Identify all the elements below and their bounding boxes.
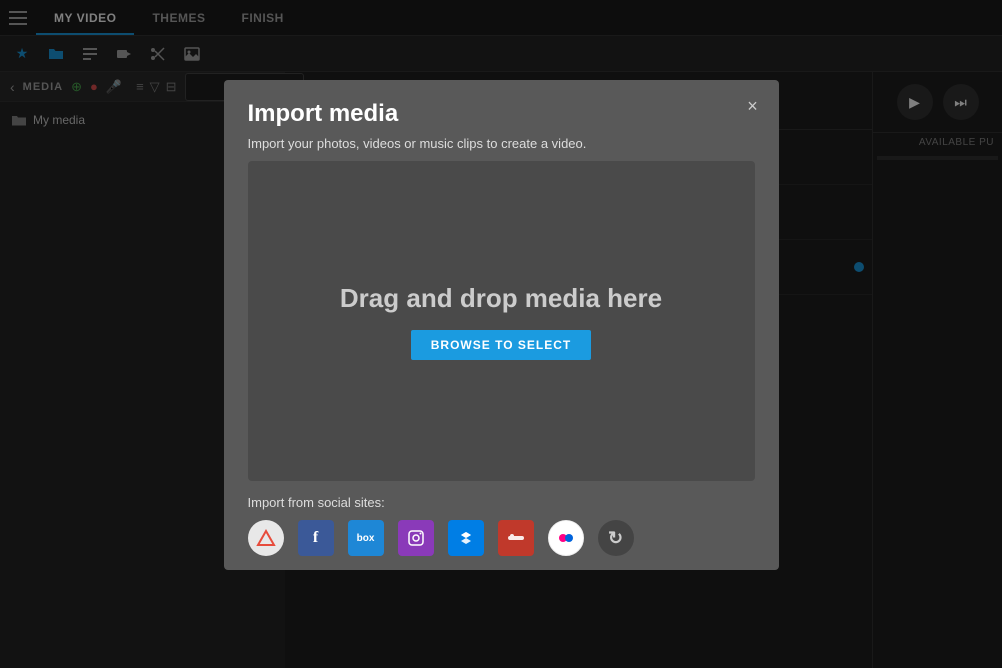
- dropbox-icon[interactable]: [448, 520, 484, 556]
- google-drive-icon[interactable]: [248, 520, 284, 556]
- modal-drop-zone[interactable]: Drag and drop media here BROWSE TO SELEC…: [248, 161, 755, 481]
- social-label: Import from social sites:: [248, 495, 755, 510]
- box-icon[interactable]: box: [348, 520, 384, 556]
- modal-overlay: Import media Import your photos, videos …: [0, 0, 1002, 668]
- modal-footer: Import from social sites: f box: [224, 481, 779, 570]
- google-photos-icon[interactable]: [498, 520, 534, 556]
- drag-drop-text: Drag and drop media here: [340, 283, 662, 314]
- modal-subtitle: Import your photos, videos or music clip…: [248, 136, 755, 151]
- other-import-icon[interactable]: ↻: [598, 520, 634, 556]
- modal-close-button[interactable]: ×: [741, 94, 765, 118]
- modal-title: Import media: [248, 100, 755, 128]
- browse-to-select-button[interactable]: BROWSE TO SELECT: [411, 330, 591, 360]
- social-icons: f box ↻: [248, 520, 755, 556]
- instagram-icon[interactable]: [398, 520, 434, 556]
- flickr-icon[interactable]: [548, 520, 584, 556]
- modal-header: Import media Import your photos, videos …: [224, 80, 779, 161]
- import-media-modal: Import media Import your photos, videos …: [224, 80, 779, 570]
- facebook-icon[interactable]: f: [298, 520, 334, 556]
